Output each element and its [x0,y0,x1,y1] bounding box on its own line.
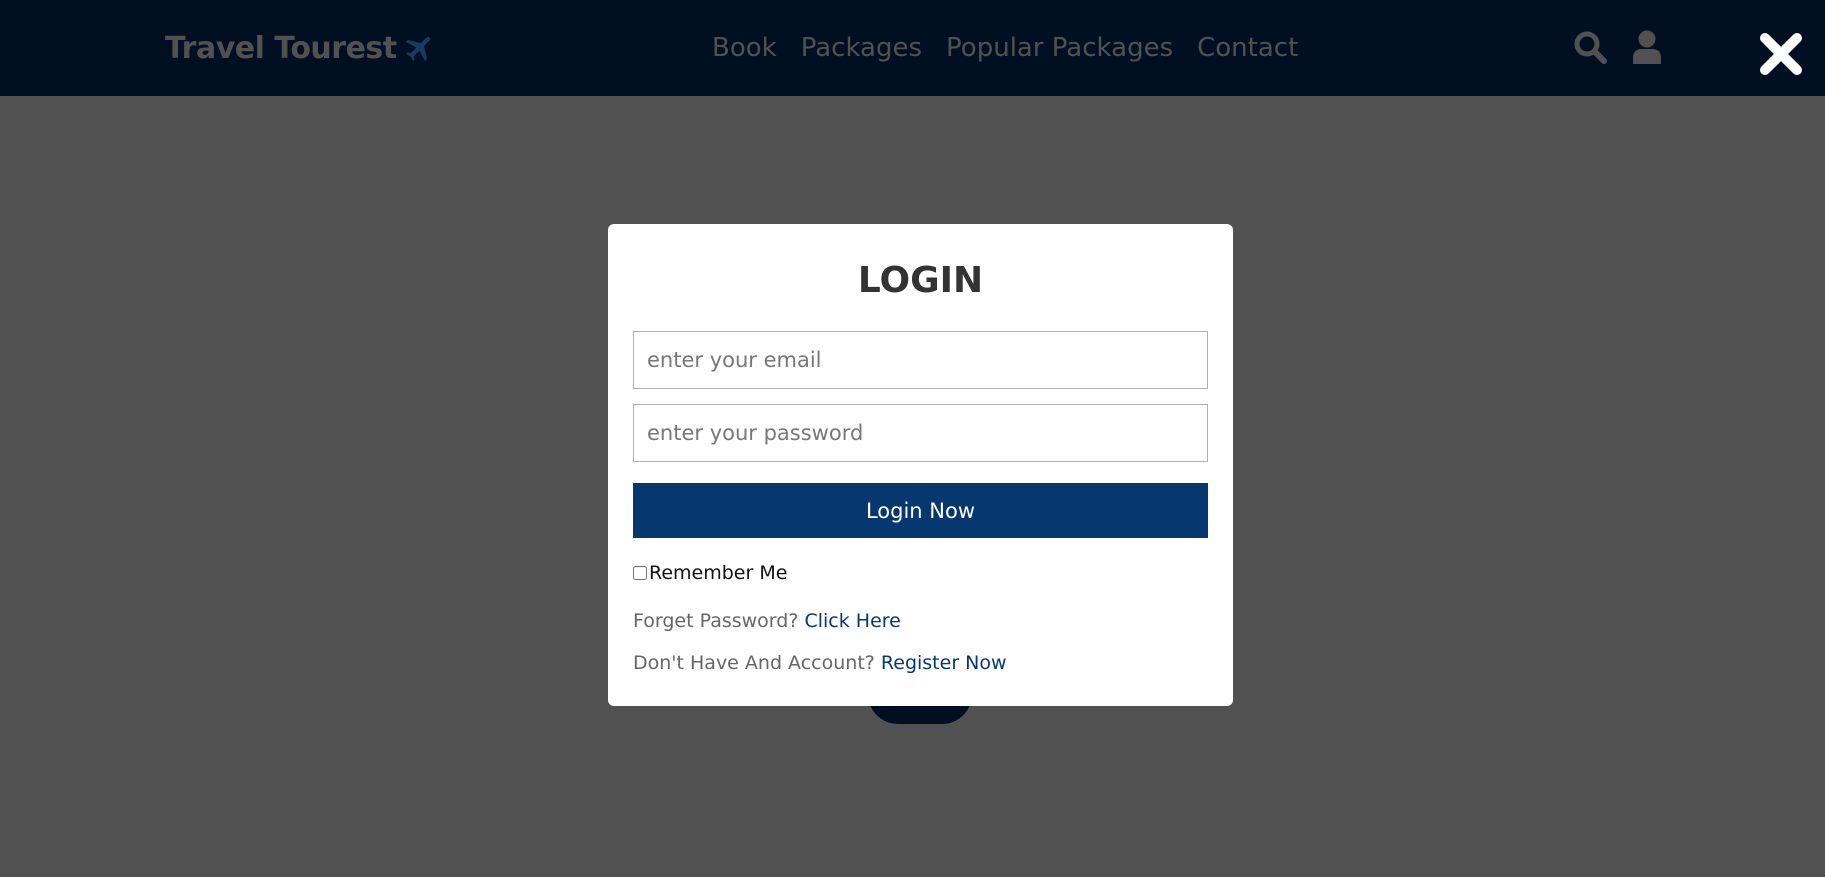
register-link[interactable]: Register Now [881,652,1007,674]
forgot-password-link[interactable]: Click Here [804,610,900,632]
password-field[interactable] [633,404,1208,462]
search-icon[interactable] [1573,30,1607,64]
logo-text: Travel Tourest [165,30,397,66]
register-text: Don't Have And Account? [633,652,875,674]
forgot-password-text: Forget Password? [633,610,799,632]
register-row: Don't Have And Account? Register Now [633,652,1007,674]
nav-contact[interactable]: Contact [1197,33,1298,63]
main-nav: Book Packages Popular Packages Contact [712,28,1298,68]
remember-me[interactable]: Remember Me [633,562,787,584]
login-title: LOGIN [857,260,984,301]
close-icon[interactable] [1758,31,1804,77]
nav-popular-packages[interactable]: Popular Packages [946,33,1173,63]
airplane-icon [405,36,430,62]
user-icon[interactable] [1632,30,1662,64]
site-logo[interactable]: Travel Tourest [165,28,437,68]
nav-packages[interactable]: Packages [801,33,922,63]
remember-me-checkbox[interactable] [633,566,647,580]
remember-me-label: Remember Me [649,562,788,584]
email-field[interactable] [633,331,1208,389]
login-button[interactable]: Login Now [633,483,1208,538]
login-modal: LOGIN Login Now Remember Me Forget Passw… [608,224,1233,706]
nav-book[interactable]: Book [712,33,777,63]
top-navbar: Travel Tourest Book Packages Popular Pac… [0,0,1825,96]
forgot-password-row: Forget Password? Click Here [633,610,901,632]
